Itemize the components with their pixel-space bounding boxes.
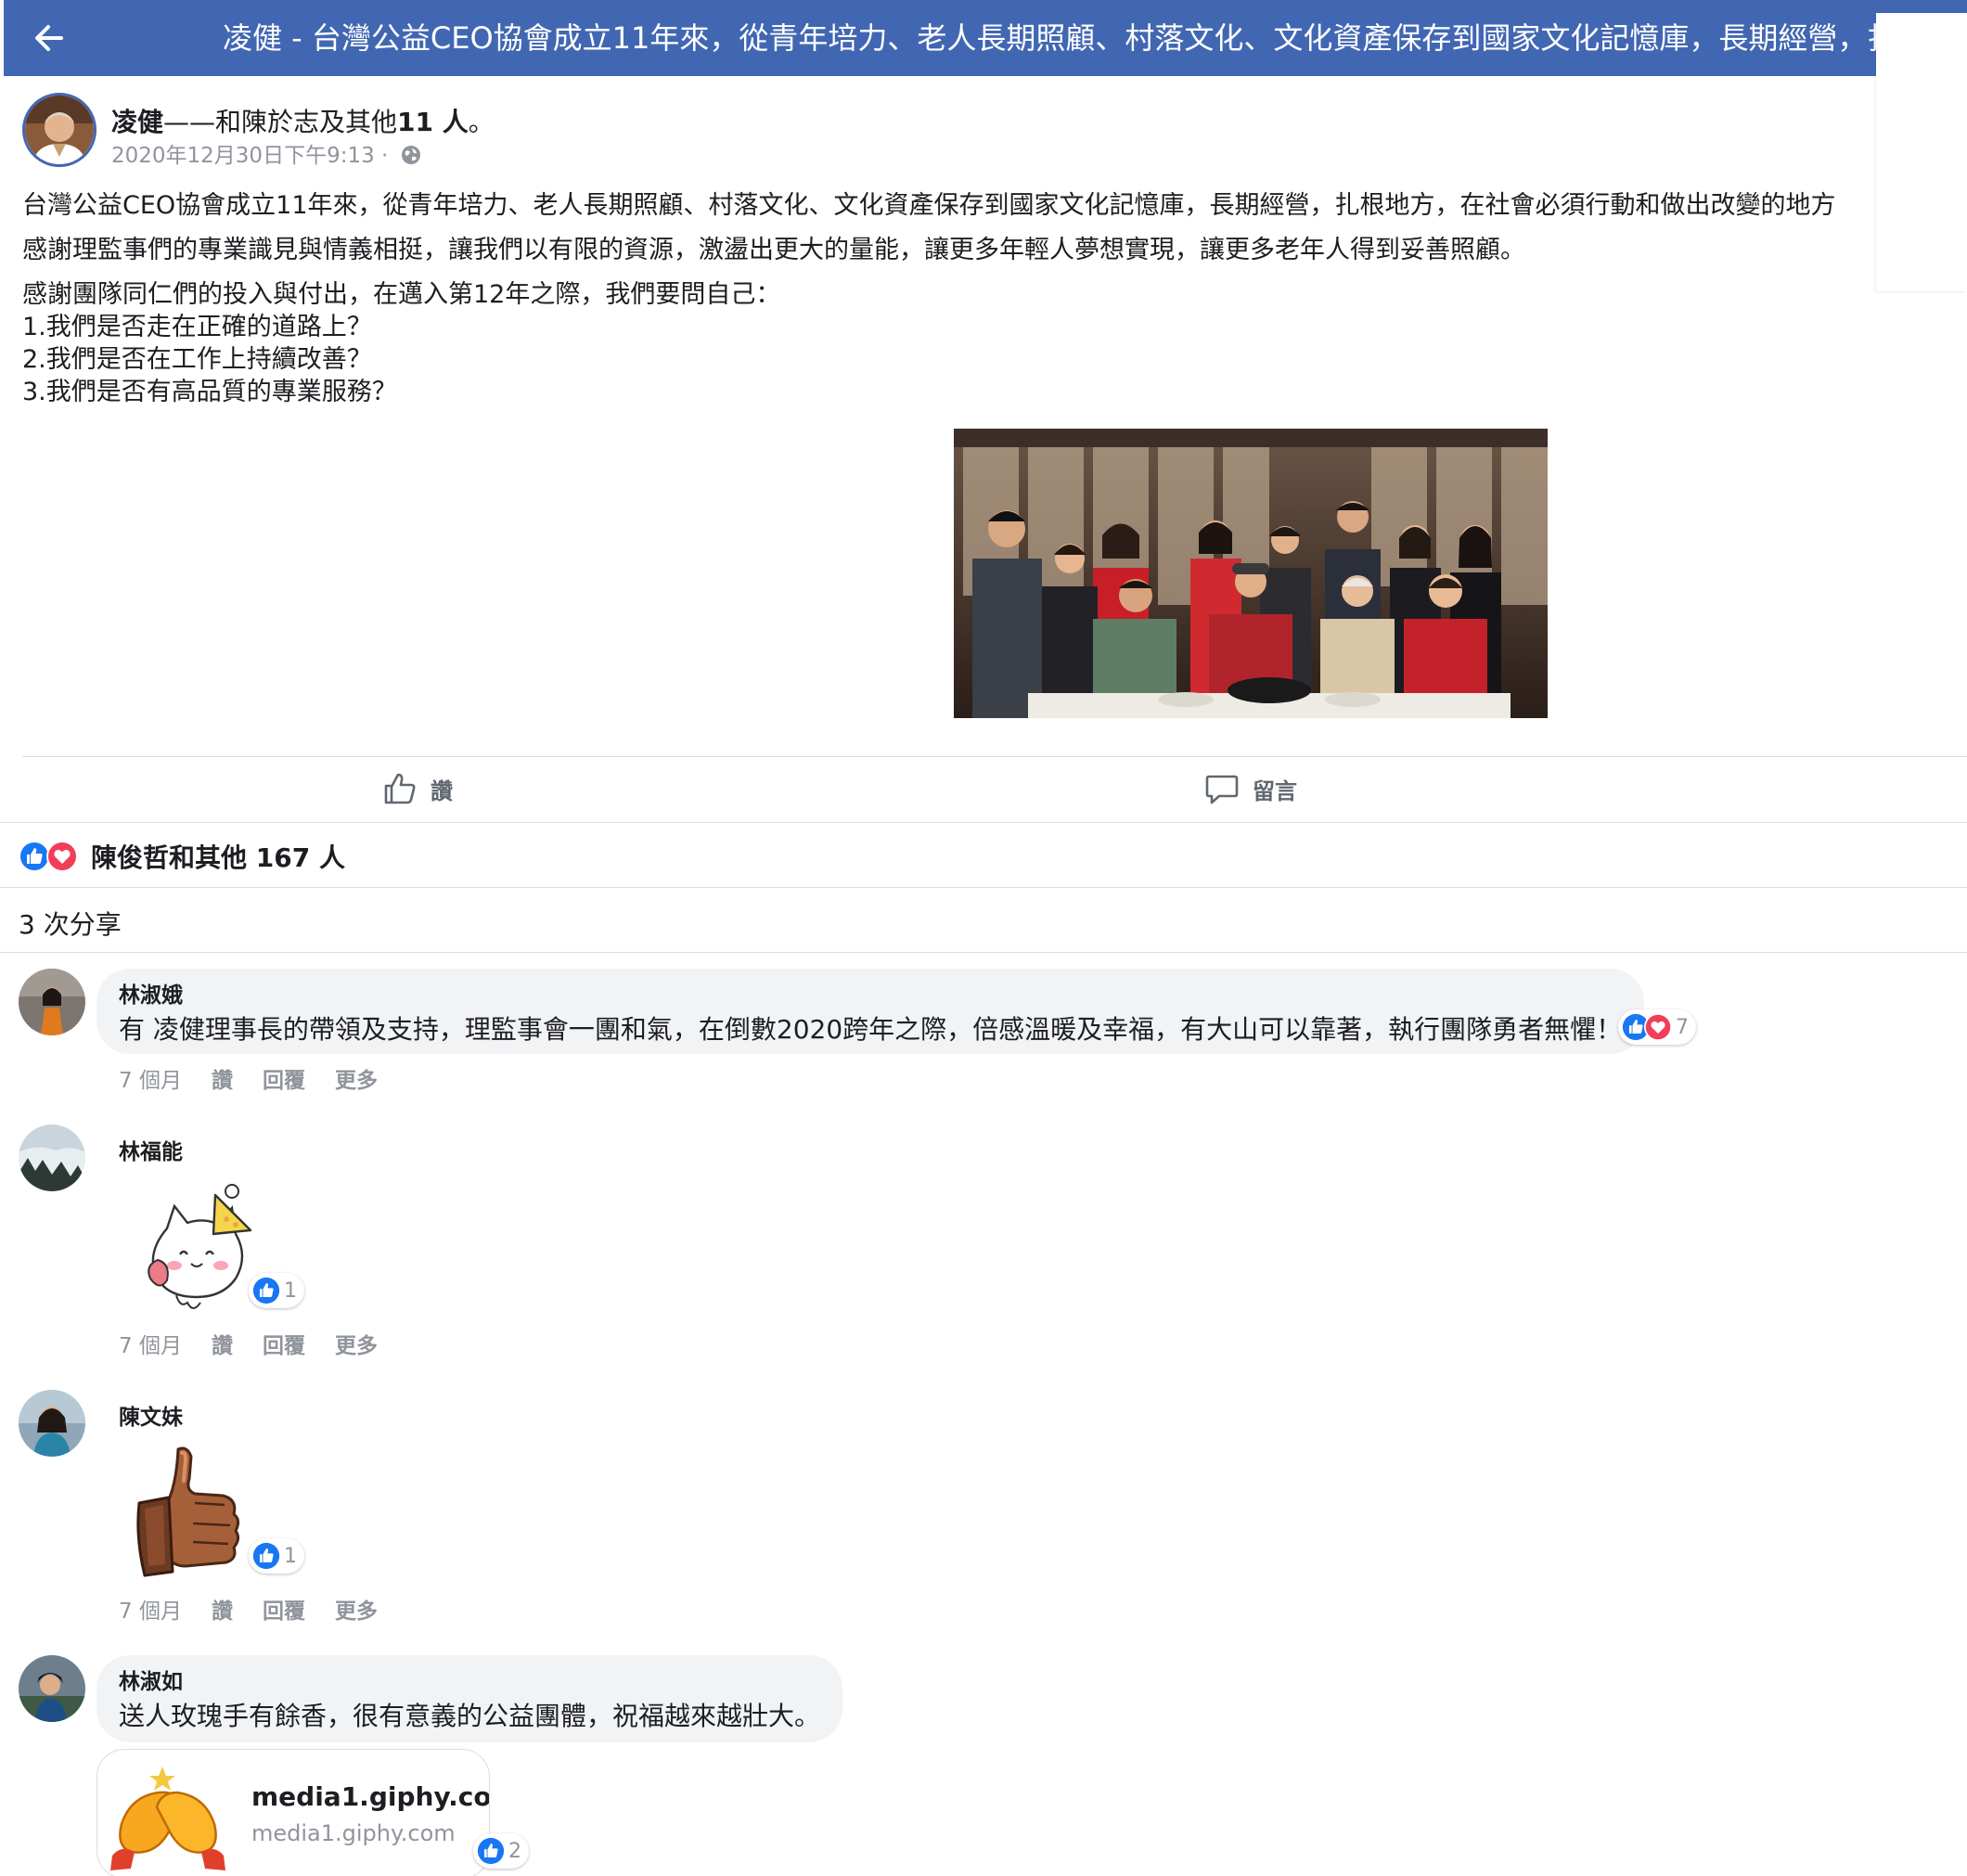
like-reaction-icon xyxy=(252,1542,280,1570)
comment-actions: 7 個月 讚 回覆 更多 xyxy=(119,1328,378,1359)
clapping-hands-image xyxy=(103,1759,233,1876)
comment-text: 有 凌健理事長的帶領及支持，理監事會一團和氣，在倒數2020跨年之際，倍感溫暖及… xyxy=(119,1014,1623,1045)
comment-time[interactable]: 7 個月 xyxy=(119,1593,182,1625)
post-line: 感謝理監事們的專業識見與情義相挺，讓我們以有限的資源，激盪出更大的量能，讓更多年… xyxy=(22,236,1525,264)
author-avatar[interactable] xyxy=(22,93,96,167)
love-reaction-icon xyxy=(1644,1013,1672,1041)
post-line: 2.我們是否在工作上持續改善？ xyxy=(22,345,372,374)
like-reaction-icon xyxy=(477,1837,505,1865)
author-line: 凌健——和陳於志及其他11 人。 xyxy=(111,102,495,139)
cat-party-hat-sticker xyxy=(139,1182,260,1325)
tagged-count[interactable]: 11 人 xyxy=(397,107,469,137)
commenter-avatar[interactable] xyxy=(19,1124,85,1191)
comment-reply-link[interactable]: 回覆 xyxy=(263,1328,305,1359)
shares-count[interactable]: 3 次分享 xyxy=(19,905,122,942)
side-panel xyxy=(1876,13,1967,291)
comment-bubble: 林淑娥 有 凌健理事長的帶領及支持，理監事會一團和氣，在倒數2020跨年之際，倍… xyxy=(96,969,1645,1054)
post-line: 3.我們是否有高品質的專業服務？ xyxy=(22,378,397,406)
comment-label: 留言 xyxy=(1253,777,1297,804)
commenter-name[interactable]: 林福能 xyxy=(119,1134,183,1165)
comment-time[interactable]: 7 個月 xyxy=(119,1062,182,1094)
link-domain: media1.giphy.com xyxy=(251,1820,456,1846)
like-reaction-icon xyxy=(19,841,50,872)
comment-reply-link[interactable]: 回覆 xyxy=(263,1593,305,1625)
divider xyxy=(0,952,1967,953)
comment-reaction-count: 2 xyxy=(508,1839,521,1863)
comment-bubble: 林淑如 送人玫瑰手有餘香，很有意義的公益團體，祝福越來越壯大。 xyxy=(96,1655,843,1742)
globe-icon xyxy=(401,146,420,164)
comment-reactions[interactable]: 7 xyxy=(1618,1009,1696,1045)
tagged-text: ——和陳於志及其他 xyxy=(163,107,398,137)
comment-time[interactable]: 7 個月 xyxy=(119,1328,182,1359)
divider xyxy=(0,822,1967,823)
reactions-summary[interactable]: 陳俊哲和其他 167 人 xyxy=(19,840,345,873)
comment-like-link[interactable]: 讚 xyxy=(212,1062,233,1094)
post-text: 台灣公益CEO協會成立11年來，從青年培力、老人長期照顧、村落文化、文化資產保存… xyxy=(22,189,1878,408)
commenter-name[interactable]: 陳文妹 xyxy=(119,1399,183,1431)
group-photo[interactable] xyxy=(954,429,1548,718)
like-outline-icon xyxy=(384,773,416,804)
comment-reactions[interactable]: 2 xyxy=(473,1833,529,1869)
post-timestamp[interactable]: 2020年12月30日下午9:13 · xyxy=(111,144,388,168)
like-reaction-icon xyxy=(252,1277,280,1304)
post-meta: 2020年12月30日下午9:13 · xyxy=(111,137,421,169)
divider xyxy=(0,887,1967,888)
comment-reactions[interactable]: 1 xyxy=(249,1273,304,1308)
comment-actions: 7 個月 讚 回覆 更多 xyxy=(119,1593,378,1625)
tagged-end: 。 xyxy=(468,107,495,137)
comment-button[interactable]: 留言 xyxy=(1204,770,1297,807)
comment-like-link[interactable]: 讚 xyxy=(212,1328,233,1359)
comment-actions: 7 個月 讚 回覆 更多 xyxy=(119,1062,378,1094)
comment-reaction-count: 7 xyxy=(1676,1015,1689,1039)
commenter-name[interactable]: 林淑娥 xyxy=(119,982,1622,1009)
post-line: 1.我們是否走在正確的道路上？ xyxy=(22,313,372,341)
comment-reaction-count: 1 xyxy=(284,1279,297,1303)
thumbs-up-sticker xyxy=(134,1442,254,1585)
comment-reply-link[interactable]: 回覆 xyxy=(263,1062,305,1094)
top-bar: 凌健 - 台灣公益CEO協會成立11年來，從青年培力、老人長期照顧、村落文化、文… xyxy=(4,0,1967,76)
love-reaction-icon xyxy=(46,841,78,872)
comment-reactions[interactable]: 1 xyxy=(249,1538,304,1574)
reactions-count: 陳俊哲和其他 167 人 xyxy=(91,842,345,873)
like-label: 讚 xyxy=(431,777,453,804)
post-line: 台灣公益CEO協會成立11年來，從青年培力、老人長期照顧、村落文化、文化資產保存… xyxy=(22,191,1836,220)
link-preview-card[interactable]: media1.giphy.com media1.giphy.com xyxy=(96,1749,490,1876)
comment-more-link[interactable]: 更多 xyxy=(335,1328,378,1359)
back-arrow-icon[interactable] xyxy=(28,17,71,59)
link-title: media1.giphy.com xyxy=(251,1781,490,1812)
commenter-avatar[interactable] xyxy=(19,969,85,1035)
post-line: 感謝團隊同仁們的投入與付出，在邁入第12年之際，我們要問自己： xyxy=(22,280,781,309)
comment-text: 送人玫瑰手有餘香，很有意義的公益團體，祝福越來越壯大。 xyxy=(119,1701,821,1731)
divider xyxy=(22,756,1967,757)
comment-more-link[interactable]: 更多 xyxy=(335,1593,378,1625)
author-name[interactable]: 凌健 xyxy=(111,107,163,137)
comment-like-link[interactable]: 讚 xyxy=(212,1593,233,1625)
commenter-avatar[interactable] xyxy=(19,1655,85,1722)
like-button[interactable]: 讚 xyxy=(382,770,453,807)
commenter-avatar[interactable] xyxy=(19,1390,85,1457)
comment-more-link[interactable]: 更多 xyxy=(335,1062,378,1094)
commenter-name[interactable]: 林淑如 xyxy=(119,1668,820,1696)
comment-reaction-count: 1 xyxy=(284,1544,297,1568)
comment-outline-icon xyxy=(1205,775,1239,804)
page-title: 凌健 - 台灣公益CEO協會成立11年來，從青年培力、老人長期照顧、村落文化、文… xyxy=(223,20,1883,56)
